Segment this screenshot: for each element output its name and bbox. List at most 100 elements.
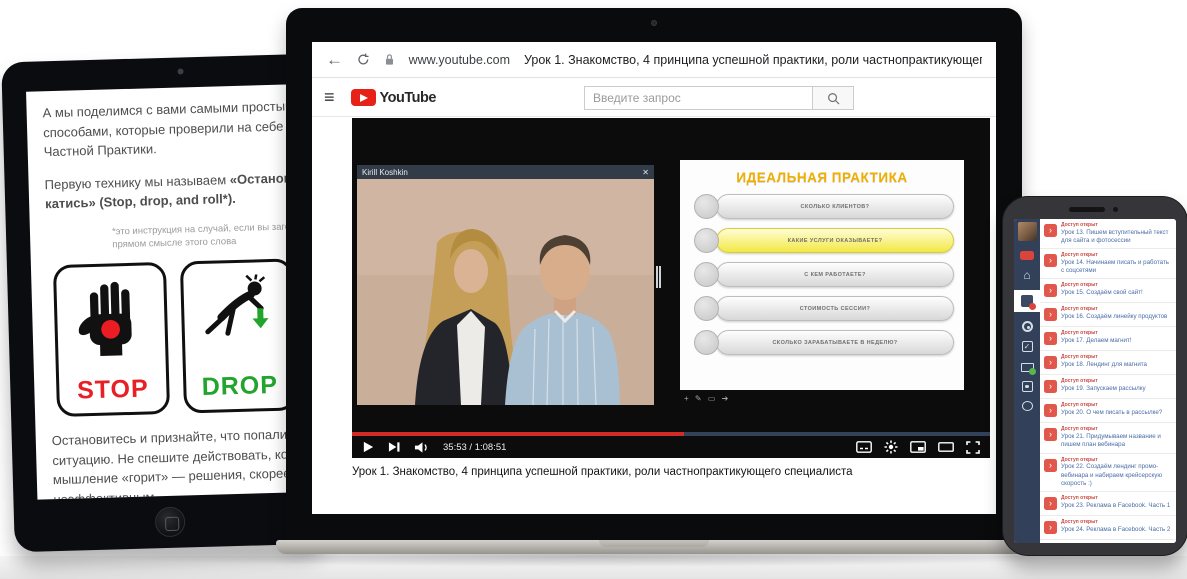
next-icon[interactable] (388, 441, 401, 453)
lock-icon (384, 52, 395, 67)
captions-icon[interactable] (856, 441, 872, 453)
slide-bullet-text: КАКИЕ УСЛУГИ ОКАЗЫВАЕТЕ? (716, 228, 954, 253)
chevron-right-icon: › (1044, 308, 1057, 321)
phone-camera-dot (1113, 207, 1118, 212)
theater-mode-icon[interactable] (938, 441, 954, 453)
fullscreen-icon[interactable] (966, 441, 980, 454)
ebook-page: А мы поделимся с вами самыми простыми сп… (42, 94, 323, 499)
trainings-icon (1021, 295, 1033, 307)
lesson-title: Урок 20. О чем писать в рассылке? (1061, 409, 1172, 417)
slide-bullet-row: С КЕМ РАБОТАЕТЕ? (690, 262, 954, 287)
slide-bullet-text: СТОИМОСТЬ СЕССИИ? (716, 296, 954, 321)
tablet-screen: А мы поделимся с вами самыми простыми сп… (26, 84, 323, 500)
avatar[interactable] (1018, 222, 1037, 241)
device-mockup-scene: А мы поделимся с вами самыми простыми сп… (0, 0, 1187, 579)
chevron-right-icon: › (1044, 380, 1057, 393)
lesson-title: Урок 24. Реклама в Facebook. Часть 2 (1061, 526, 1172, 534)
lesson-title: Урок 21. Придумываем название и пишем пл… (1061, 433, 1172, 450)
youtube-search (584, 86, 854, 110)
laptop-bezel: ← www.youtube.com Урок 1. Знакомство, 4 … (286, 8, 1022, 540)
panel-divider-handle[interactable] (656, 266, 661, 288)
lesson-title: Урок 23. Реклама в Facebook. Часть 1 (1061, 502, 1172, 510)
page-title: Урок 1. Знакомство, 4 принципа успешной … (524, 53, 982, 67)
home-icon[interactable]: ⌂ (1023, 269, 1030, 281)
gear-icon[interactable] (1022, 321, 1033, 332)
drop-card: DROP (180, 258, 297, 413)
lesson-list-item[interactable]: › Доступ открытУрок 14. Начинаем писать … (1040, 249, 1176, 279)
lesson-list-item[interactable]: › Доступ открытУрок 17. Делаем магнит! (1040, 327, 1176, 351)
stop-hand-icon (77, 278, 145, 364)
back-icon[interactable]: ← (326, 51, 343, 68)
lesson-list-item[interactable]: › Доступ открытУрок 21. Придумываем назв… (1040, 423, 1176, 453)
chevron-right-icon: › (1044, 284, 1057, 297)
laptop-device: ← www.youtube.com Урок 1. Знакомство, 4 … (286, 8, 1022, 557)
chevron-right-icon: › (1044, 332, 1057, 345)
bullet-circle (694, 330, 719, 355)
phone-speaker (1069, 207, 1105, 212)
slide-bullet-text: СКОЛЬКО ЗАРАБАТЫВАЕТЕ В НЕДЕЛЮ? (716, 330, 954, 355)
lesson-list-item[interactable]: › Доступ открытУрок 24. Реклама в Facebo… (1040, 516, 1176, 540)
miniplayer-icon[interactable] (910, 441, 926, 453)
slide-bullet-row-highlighted: КАКИЕ УСЛУГИ ОКАЗЫВАЕТЕ? (690, 228, 954, 253)
lesson-list-item[interactable]: › Доступ открытУрок 23. Реклама в Facebo… (1040, 492, 1176, 516)
laptop-camera-dot (651, 20, 657, 26)
video-player[interactable]: Kirill Koshkin ✕ (352, 118, 990, 458)
chevron-right-icon: › (1044, 497, 1057, 510)
youtube-logo[interactable]: YouTube (351, 89, 436, 106)
slide-bullet-row: СТОИМОСТЬ СЕССИИ? (690, 296, 954, 321)
messages-icon[interactable] (1021, 363, 1034, 372)
address-bar-url[interactable]: www.youtube.com (409, 53, 510, 67)
bullet-circle (694, 194, 719, 219)
lesson-list-item[interactable]: › Доступ открытУрок 18. Лендинг для магн… (1040, 351, 1176, 375)
browser-toolbar: ← www.youtube.com Урок 1. Знакомство, 4 … (312, 42, 996, 78)
laptop-lid-notch (599, 540, 709, 547)
ebook-paragraph: А мы поделимся с вами самыми простыми сп… (42, 94, 323, 161)
chat-icon[interactable] (1022, 401, 1033, 411)
ebook-paragraph: Остановитесь и признайте, что попали в с… (52, 422, 324, 499)
reload-icon[interactable] (357, 52, 370, 67)
slide-bullet-text: СКОЛЬКО КЛИЕНТОВ? (716, 194, 954, 219)
lesson-list-item[interactable]: › Доступ открытУрок 15. Создаём свой сай… (1040, 279, 1176, 303)
ebook-paragraph: Первую технику мы называем «Остановись и… (44, 166, 323, 214)
lesson-title: Урок 14. Начинаем писать и работать с со… (1061, 259, 1172, 276)
annotation-tools-icons: + ✎ ▭ ➔ (684, 394, 730, 403)
laptop-screen: ← www.youtube.com Урок 1. Знакомство, 4 … (312, 42, 996, 514)
lesson-list-item[interactable]: › Доступ открытУрок 13. Пишем вступитель… (1040, 219, 1176, 249)
chevron-right-icon: › (1044, 356, 1057, 369)
play-icon[interactable] (362, 440, 375, 454)
media-icon[interactable] (1022, 381, 1033, 392)
lesson-title: Урок 18. Лендинг для магнита (1061, 361, 1172, 369)
settings-gear-icon[interactable] (884, 440, 898, 454)
presentation-slide: ИДЕАЛЬНАЯ ПРАКТИКА СКОЛЬКО КЛИЕНТОВ? КАК… (680, 160, 964, 390)
lesson-list-item[interactable]: › Доступ открытУрок 19. Запускаем рассыл… (1040, 375, 1176, 399)
stop-card: STOP (53, 262, 170, 417)
volume-icon[interactable] (414, 441, 430, 454)
tablet-device: А мы поделимся с вами самыми простыми сп… (1, 54, 327, 553)
phone-sidebar: ⌂ ✓ (1014, 219, 1040, 543)
youtube-header: ≡ YouTube (312, 79, 996, 117)
drop-card-label: DROP (186, 371, 294, 403)
search-button[interactable] (812, 86, 854, 110)
lesson-title: Урок 19. Запускаем рассылку (1061, 385, 1172, 393)
lesson-title: Урок 22. Создаём лендинг промо-вебинара … (1061, 463, 1172, 488)
player-controls: 35:53 / 1:08:51 (352, 436, 990, 458)
slide-bullet-row: СКОЛЬКО ЗАРАБАТЫВАЕТЕ В НЕДЕЛЮ? (690, 330, 954, 355)
search-input[interactable] (584, 86, 812, 110)
sidebar-item-trainings-active[interactable] (1014, 290, 1040, 312)
lesson-list-item[interactable]: › Доступ открытУрок 16. Создаём линейку … (1040, 303, 1176, 327)
lesson-list-item[interactable]: › Доступ открытУрок 25. Реклама и продви… (1040, 540, 1176, 543)
lesson-list-item[interactable]: › Доступ открытУрок 20. О чем писать в р… (1040, 399, 1176, 423)
hamburger-menu-icon[interactable]: ≡ (324, 87, 335, 108)
phone-device: ⌂ ✓ › Доступ открытУрок 13. Пишем вступи… (1002, 196, 1187, 556)
notifications-icon[interactable] (1020, 251, 1034, 260)
player-controls-right (856, 440, 980, 454)
lesson-list-item[interactable]: › Доступ открытУрок 22. Создаём лендинг … (1040, 454, 1176, 493)
tasks-icon[interactable]: ✓ (1022, 341, 1033, 352)
video-title: Урок 1. Знакомство, 4 принципа успешной … (352, 466, 972, 478)
bullet-circle (694, 262, 719, 287)
laptop-base (276, 540, 1032, 554)
bullet-circle (694, 296, 719, 321)
presenter-name: Kirill Koshkin (362, 168, 408, 177)
chevron-right-icon: › (1044, 254, 1057, 267)
tablet-camera-dot (177, 68, 183, 74)
